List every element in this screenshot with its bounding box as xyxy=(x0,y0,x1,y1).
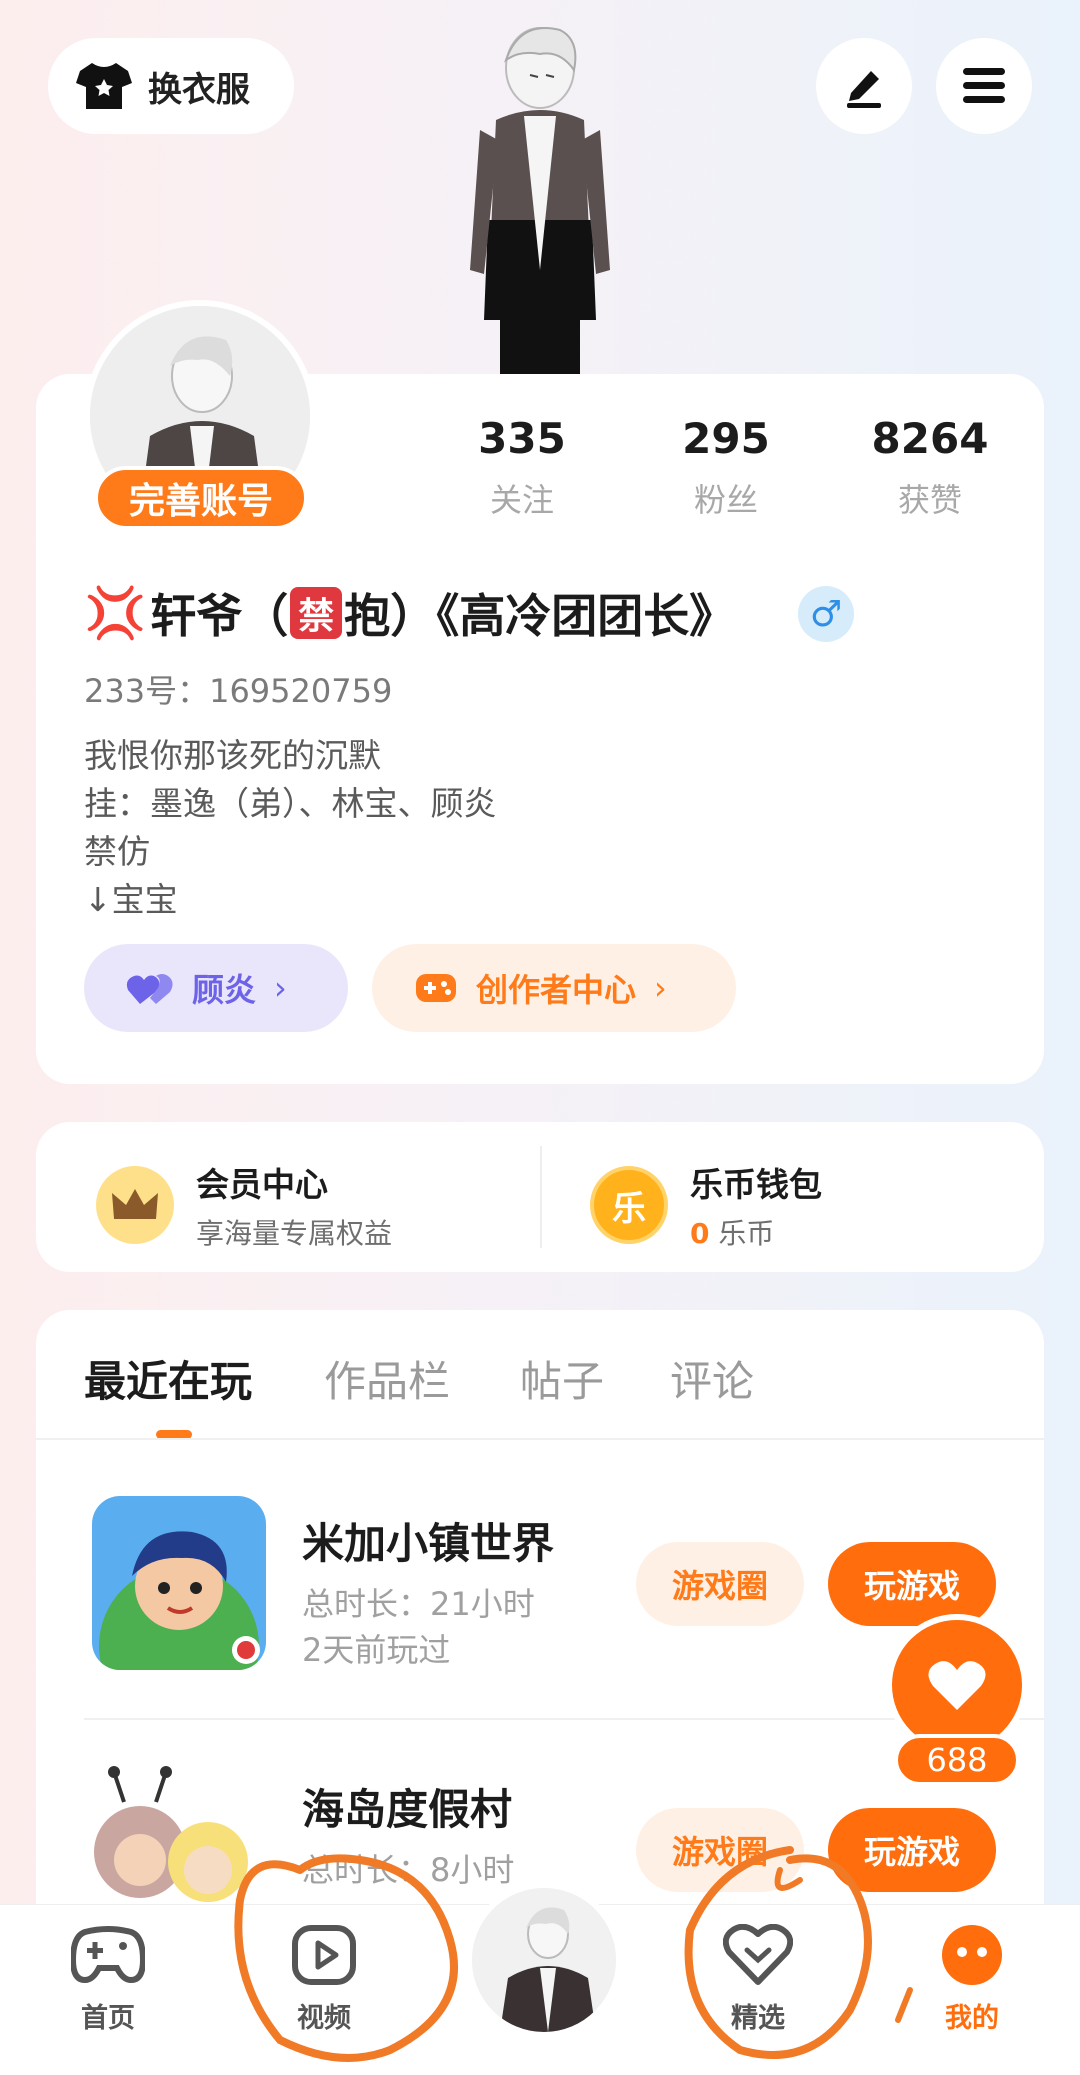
stat-following[interactable]: 335 关注 xyxy=(432,414,612,521)
pen-icon xyxy=(847,71,881,108)
heart-chevron-icon xyxy=(723,1924,793,1985)
hamburger-menu-icon xyxy=(963,68,1005,103)
coin-icon: 乐 xyxy=(590,1166,668,1244)
gamepad-icon xyxy=(71,1926,145,1984)
following-label: 关注 xyxy=(489,481,554,519)
edit-button[interactable] xyxy=(816,38,912,134)
bio-line: 挂：墨逸（弟）、林宝、顾炎 xyxy=(84,784,497,823)
game-duration: 总时长：21小时 xyxy=(302,1585,535,1623)
likes-count: 8264 xyxy=(871,414,989,463)
anger-symbol-icon: 💢 xyxy=(84,583,147,642)
wardrobe-label: 换衣服 xyxy=(148,69,250,110)
tab-posts[interactable]: 帖子 xyxy=(520,1348,604,1409)
character-figure xyxy=(470,27,610,380)
game-name: 米加小镇世界 xyxy=(302,1519,555,1568)
likes-label: 获赞 xyxy=(897,481,962,519)
nav-featured[interactable]: 精选 xyxy=(688,1924,828,2054)
nickname-part2: 抱）《高冷团团长》 xyxy=(344,589,736,643)
member-center-subtitle: 享海量专属权益 xyxy=(196,1217,393,1250)
game-thumbnail[interactable] xyxy=(92,1496,266,1670)
coin-amount: 0 xyxy=(690,1217,710,1250)
game-name: 海岛度假村 xyxy=(302,1785,513,1834)
face-icon xyxy=(942,1925,1002,1985)
nav-home-label: 首页 xyxy=(81,2003,135,2034)
double-heart-icon xyxy=(126,974,173,1004)
following-count: 335 xyxy=(478,414,566,463)
ban-badge: 禁 xyxy=(290,587,343,639)
member-center-entry[interactable]: 会员中心 享海量专属权益 xyxy=(96,1158,392,1252)
followers-count: 295 xyxy=(682,414,770,463)
game-circle-button[interactable]: 游戏圈 xyxy=(636,1808,804,1892)
user-id[interactable]: 233号：169520759 xyxy=(84,666,392,712)
coin-balance: 0 乐币 xyxy=(690,1212,822,1252)
coin-unit: 乐币 xyxy=(709,1217,775,1250)
bio-line: 禁仿 xyxy=(84,832,150,871)
crown-icon xyxy=(96,1166,174,1244)
coin-wallet-title: 乐币钱包 xyxy=(690,1165,822,1204)
bio: 我恨你那该死的沉默 挂：墨逸（弟）、林宝、顾炎 禁仿 ↓宝宝 xyxy=(84,732,497,924)
video-play-icon xyxy=(292,1925,356,1985)
coin-wallet-entry[interactable]: 乐 乐币钱包 0 乐币 xyxy=(590,1158,822,1252)
nickname: 💢 轩爷（ 禁 抱）《高冷团团长》 xyxy=(84,580,735,646)
stat-likes[interactable]: 8264 获赞 xyxy=(840,414,1020,521)
tab-comments[interactable]: 评论 xyxy=(670,1348,754,1409)
nav-featured-label: 精选 xyxy=(731,2003,785,2034)
nav-video[interactable]: 视频 xyxy=(254,1924,394,2054)
wardrobe-button[interactable]: 换衣服 xyxy=(48,38,294,134)
divider xyxy=(36,1438,1044,1440)
game-duration: 总时长：8小时 xyxy=(302,1851,515,1889)
bond-pill-button[interactable]: 顾炎 › xyxy=(84,944,348,1032)
nav-me[interactable]: 我的 xyxy=(902,1924,1042,2054)
bio-line: ↓宝宝 xyxy=(84,880,178,919)
tshirt-icon xyxy=(76,63,132,109)
tab-recent-play[interactable]: 最近在玩 xyxy=(84,1348,252,1409)
bond-pill-label: 顾炎 xyxy=(192,971,257,1009)
bio-line: 我恨你那该死的沉默 xyxy=(84,736,381,775)
divider xyxy=(540,1146,542,1248)
creator-center-label: 创作者中心 xyxy=(476,971,637,1009)
member-center-title: 会员中心 xyxy=(196,1165,328,1204)
like-count: 688 xyxy=(894,1734,1020,1786)
avatar-image xyxy=(472,1888,616,2032)
nav-me-label: 我的 xyxy=(945,2003,999,2034)
heart-icon xyxy=(928,1661,986,1710)
play-game-button[interactable]: 玩游戏 xyxy=(828,1808,996,1892)
center-avatar-button[interactable] xyxy=(466,1882,622,2038)
play-game-button[interactable]: 玩游戏 xyxy=(828,1542,996,1626)
creator-center-button[interactable]: 创作者中心 › xyxy=(372,944,736,1032)
game-last-played: 2天前玩过 xyxy=(302,1631,451,1669)
tab-works[interactable]: 作品栏 xyxy=(324,1348,450,1409)
nav-home[interactable]: 首页 xyxy=(38,1924,178,2054)
followers-label: 粉丝 xyxy=(693,481,758,519)
gamepad-icon xyxy=(416,974,456,1002)
nickname-part1: 轩爷（ xyxy=(150,589,289,643)
chevron-right-icon: › xyxy=(274,969,287,1007)
chevron-right-icon: › xyxy=(654,969,667,1007)
game-circle-button[interactable]: 游戏圈 xyxy=(636,1542,804,1626)
complete-account-button[interactable]: 完善账号 xyxy=(94,466,308,530)
menu-button[interactable] xyxy=(936,38,1032,134)
male-gender-icon: ♂ xyxy=(798,586,854,642)
nav-video-label: 视频 xyxy=(297,2003,351,2034)
stat-followers[interactable]: 295 粉丝 xyxy=(636,414,816,521)
